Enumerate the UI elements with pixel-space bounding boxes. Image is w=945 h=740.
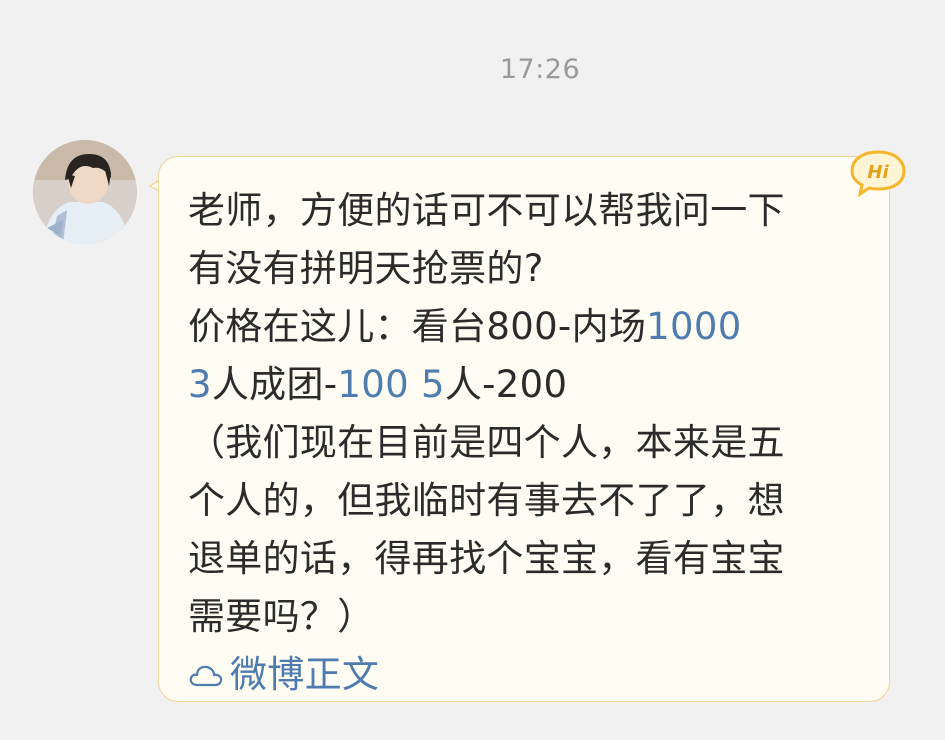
price-text: 价格在这儿：看台800-内场 (188, 305, 647, 348)
message-timestamp: 17:26 (499, 54, 581, 85)
price-text: 人-200 (444, 363, 568, 406)
avatar-photo (33, 140, 137, 244)
weibo-link-label: 微博正文 (230, 653, 380, 696)
message-line: 老师，方便的话可不可以帮我问一下 (188, 189, 785, 232)
cloud-icon (189, 665, 223, 687)
message-line: 退单的话，得再找个宝宝，看有宝宝 (188, 537, 785, 580)
message-line: 价格在这儿：看台800-内场1000 (188, 298, 878, 356)
message-line: 3人成团-100 5人-200 (188, 356, 878, 414)
avatar[interactable] (33, 140, 137, 244)
weibo-post-link[interactable]: 微博正文 (188, 646, 878, 704)
price-text: 人成团- (211, 363, 338, 406)
phone-number-link[interactable]: 1000 (646, 305, 741, 348)
message-line: 有没有拼明天抢票的? (188, 247, 544, 290)
message-line: 个人的，但我临时有事去不了了，想 (188, 479, 785, 522)
message-line: 需要吗？） (188, 595, 375, 638)
message-bubble[interactable]: Hi 老师，方便的话可不可以帮我问一下 有没有拼明天抢票的? 价格在这儿：看台8… (148, 150, 906, 704)
message-text: 老师，方便的话可不可以帮我问一下 有没有拼明天抢票的? 价格在这儿：看台800-… (188, 182, 878, 704)
hi-badge-label: Hi (867, 162, 889, 183)
phone-number-link[interactable]: 3 (188, 363, 212, 406)
message-line: （我们现在目前是四个人，本来是五 (188, 421, 785, 464)
phone-number-link[interactable]: 100 5 (337, 363, 444, 406)
